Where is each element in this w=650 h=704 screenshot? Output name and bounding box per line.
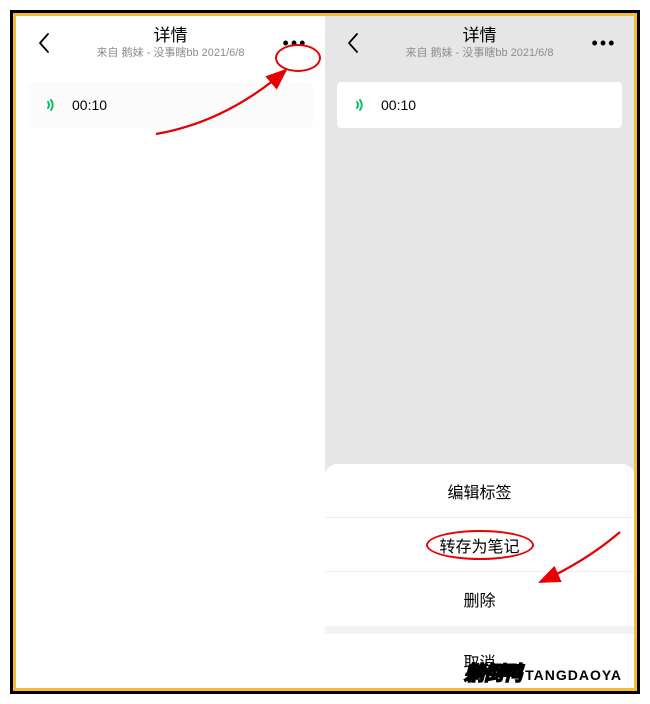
sheet-item-label: 转存为笔记: [439, 533, 519, 557]
voice-message-card[interactable]: 00:10: [28, 82, 313, 128]
actionsheet-overlay[interactable]: 编辑标签 转存为笔记 删除 取消: [325, 16, 634, 688]
voice-duration: 00:10: [72, 97, 107, 113]
sheet-item-label: 编辑标签: [447, 479, 511, 503]
back-button[interactable]: [24, 16, 64, 70]
panel-after: 详情 来自 鹅妹 - 没事瞎bb 2021/6/8 ••• 00:10: [325, 16, 634, 688]
page-subtitle: 来自 鹅妹 - 没事瞎bb 2021/6/8: [97, 47, 245, 60]
actionsheet: 编辑标签 转存为笔记 删除 取消: [325, 464, 634, 688]
more-dots-icon: •••: [283, 33, 308, 54]
panel-before: 详情 来自 鹅妹 - 没事瞎bb 2021/6/8 ••• 00:10: [16, 16, 325, 688]
watermark-text: TANGDAOYA: [525, 667, 622, 683]
tutorial-frame: 详情 来自 鹅妹 - 没事瞎bb 2021/6/8 ••• 00:10: [10, 10, 640, 694]
sheet-divider: [325, 626, 634, 634]
sheet-item-edit-tag[interactable]: 编辑标签: [325, 464, 634, 518]
nav-header: 详情 来自 鹅妹 - 没事瞎bb 2021/6/8 •••: [16, 16, 325, 70]
sheet-item-delete[interactable]: 删除: [325, 572, 634, 626]
sheet-item-label: 删除: [463, 587, 495, 611]
sheet-item-save-note[interactable]: 转存为笔记: [325, 518, 634, 572]
voice-wave-icon: [44, 96, 62, 114]
title-block: 详情 来自 鹅妹 - 没事瞎bb 2021/6/8: [97, 26, 245, 61]
more-button[interactable]: •••: [273, 16, 317, 70]
chevron-left-icon: [37, 32, 51, 54]
screenshot-panels: 详情 来自 鹅妹 - 没事瞎bb 2021/6/8 ••• 00:10: [16, 16, 634, 688]
watermark-logo: 躺倒鸭: [464, 657, 521, 686]
watermark: 躺倒鸭 TANGDAOYA: [464, 657, 622, 686]
page-title: 详情: [153, 26, 187, 46]
